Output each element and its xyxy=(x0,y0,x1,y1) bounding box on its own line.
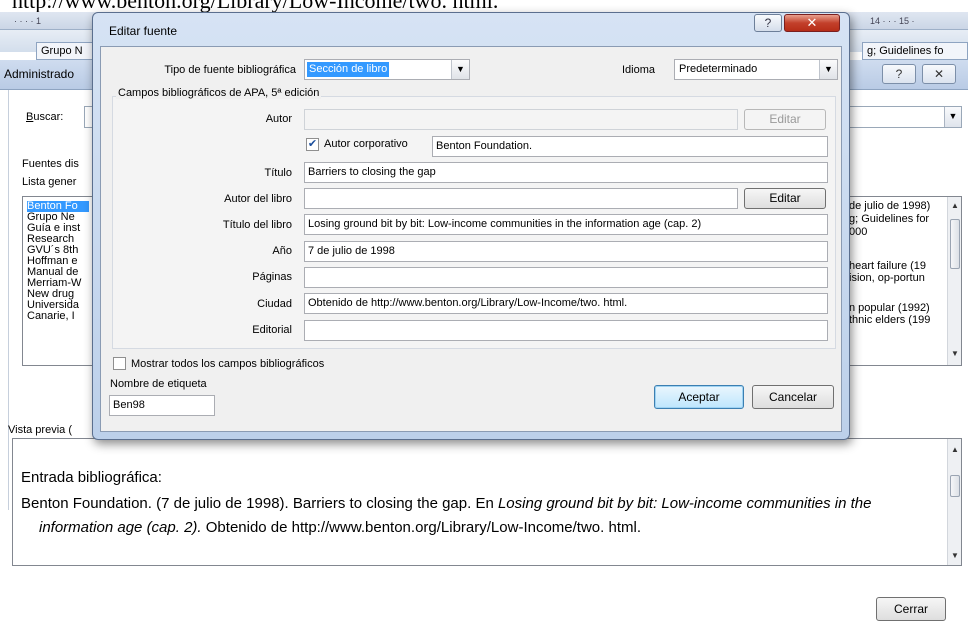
list-item[interactable]: Hoffman e xyxy=(27,256,89,267)
ribbon-group-right[interactable]: g; Guidelines fo xyxy=(862,42,968,60)
show-all-fields-label: Mostrar todos los campos bibliográficos xyxy=(131,358,325,370)
book-author-field[interactable] xyxy=(304,188,738,209)
list-item[interactable]: Merriam-W xyxy=(27,278,89,289)
pages-field[interactable] xyxy=(304,267,828,288)
list-item[interactable]: New drug xyxy=(27,289,89,300)
list-item-detail: heart failure (19 xyxy=(849,261,927,272)
scroll-down-icon[interactable]: ▼ xyxy=(948,551,962,560)
list-item[interactable]: Benton Fo xyxy=(27,201,89,212)
book-title-label: Título del libro xyxy=(222,219,292,231)
tag-name-field[interactable]: Ben98 xyxy=(109,395,215,416)
list-item[interactable]: Canarie, I xyxy=(27,311,89,322)
preview-scrollbar[interactable]: ▲ ▼ xyxy=(947,439,961,565)
publisher-label: Editorial xyxy=(252,324,292,336)
corporate-author-field[interactable]: Benton Foundation. xyxy=(432,136,828,157)
admin-close-button[interactable]: ✕ xyxy=(922,64,956,84)
title-field[interactable]: Barriers to closing the gap xyxy=(304,162,828,183)
publisher-field[interactable] xyxy=(304,320,828,341)
author-label: Autor xyxy=(265,113,292,125)
corporate-author-checkbox[interactable]: ✔ xyxy=(306,138,319,151)
search-label: Buscar: xyxy=(26,111,64,123)
list-item[interactable]: GVU´s 8th xyxy=(27,245,89,256)
dialog-title: Editar fuente xyxy=(109,24,178,38)
ruler-right-ticks: 14 · · · 15 · xyxy=(870,16,915,26)
list-item-detail: thnic elders (199 xyxy=(849,315,931,326)
document-url-text: http://www.benton.org/Library/Low-Income… xyxy=(0,0,968,12)
chevron-down-icon[interactable]: ▼ xyxy=(451,60,469,79)
show-all-fields-checkbox[interactable] xyxy=(113,357,126,370)
pages-label: Páginas xyxy=(252,271,292,283)
year-label: Año xyxy=(272,245,292,257)
list-scrollbar[interactable]: ▲ ▼ xyxy=(947,197,961,365)
author-edit-button[interactable]: Editar xyxy=(744,109,826,130)
chevron-down-icon[interactable]: ▼ xyxy=(819,60,837,79)
ribbon-group-left[interactable]: Grupo N xyxy=(36,42,94,60)
general-list-label: Lista gener xyxy=(22,176,77,188)
list-item[interactable]: Guía e inst xyxy=(27,223,89,234)
city-field[interactable]: Obtenido de http://www.benton.org/Librar… xyxy=(304,293,828,314)
year-field[interactable]: 7 de julio de 1998 xyxy=(304,241,828,262)
language-value: Predeterminado xyxy=(679,63,758,75)
scroll-down-icon[interactable]: ▼ xyxy=(948,349,962,358)
list-item[interactable]: Manual de xyxy=(27,267,89,278)
dialog-close-button[interactable]: ✕ xyxy=(784,14,840,32)
scroll-up-icon[interactable]: ▲ xyxy=(948,201,962,210)
list-item[interactable]: Grupo Ne xyxy=(27,212,89,223)
dialog-help-button[interactable]: ? xyxy=(754,14,782,32)
admin-window-title: Administrado xyxy=(4,67,75,81)
list-item-detail: ision, op-portun xyxy=(849,273,925,284)
list-item-detail: g; Guidelines for xyxy=(849,214,930,225)
corporate-author-label: Autor corporativo xyxy=(324,138,408,150)
preview-line-1: Benton Foundation. (7 de julio de 1998).… xyxy=(21,495,872,512)
cancel-button[interactable]: Cancelar xyxy=(752,385,834,409)
source-type-value: Sección de libro xyxy=(307,62,390,77)
scroll-thumb[interactable] xyxy=(950,475,960,497)
book-author-edit-button[interactable]: Editar xyxy=(744,188,826,209)
author-field[interactable] xyxy=(304,109,738,130)
source-type-select[interactable]: Sección de libro ▼ xyxy=(304,59,470,80)
sources-available-label: Fuentes dis xyxy=(22,158,79,170)
preview-label: Vista previa ( xyxy=(8,424,72,436)
list-item-detail: 000 xyxy=(849,227,868,238)
list-item[interactable]: Universida xyxy=(27,300,89,311)
preview-box: Entrada bibliográfica: Benton Foundation… xyxy=(12,438,962,566)
preview-line-2: information age (cap. 2). Obtenido de ht… xyxy=(39,519,641,536)
source-type-label: Tipo de fuente bibliográfica xyxy=(164,64,296,76)
title-label: Título xyxy=(264,167,292,179)
book-author-label: Autor del libro xyxy=(224,193,292,205)
list-item-detail: n popular (1992) xyxy=(849,303,930,314)
sort-select[interactable]: ▼ xyxy=(848,106,962,128)
ruler-left-ticks: · · · · 1 xyxy=(14,16,41,26)
language-label: Idioma xyxy=(622,64,656,76)
group-title: Campos bibliográficos de APA, 5ª edición xyxy=(116,87,322,99)
language-select[interactable]: Predeterminado ▼ xyxy=(674,59,838,80)
ok-button[interactable]: Aceptar xyxy=(654,385,744,409)
book-title-field[interactable]: Losing ground bit by bit: Low-income com… xyxy=(304,214,828,235)
scroll-up-icon[interactable]: ▲ xyxy=(948,445,962,454)
preview-heading: Entrada bibliográfica: xyxy=(21,469,162,486)
scroll-thumb[interactable] xyxy=(950,219,960,269)
list-item-detail: de julio de 1998) xyxy=(849,201,931,212)
tag-name-label: Nombre de etiqueta xyxy=(110,378,207,390)
list-item[interactable]: Research xyxy=(27,234,89,245)
chevron-down-icon[interactable]: ▼ xyxy=(944,107,961,127)
city-label: Ciudad xyxy=(257,298,292,310)
admin-help-button[interactable]: ? xyxy=(882,64,916,84)
